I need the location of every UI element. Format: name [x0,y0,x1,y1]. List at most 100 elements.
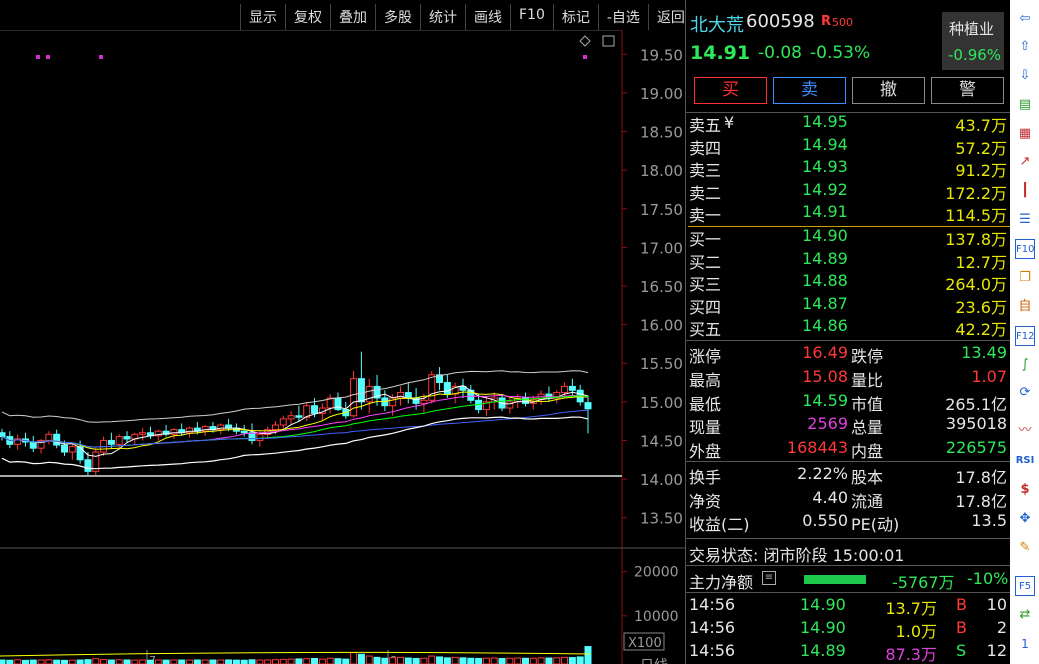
candle-body [123,436,131,440]
trade-status: 交易状态: 闭市阶段 15:00:01 [689,546,905,565]
cancel-button[interactable]: 撤 [852,77,925,104]
toolbar-multi[interactable]: 多股 [375,4,420,30]
kline-icon[interactable]: ┃ [1015,181,1035,201]
layers-icon[interactable]: ❐ [1015,268,1035,288]
sector-box[interactable]: 种植业 -0.96% [942,12,1004,70]
tick-count: 2 [996,618,1007,637]
flow-label: 主力净额 [689,573,754,592]
f5-icon[interactable]: F5 [1015,576,1035,596]
bid-price: 14.89 [802,248,848,268]
page-number[interactable]: 1 [1015,634,1035,654]
ask-volume: 114.5万 [945,206,1007,225]
refresh-icon[interactable]: ⟳ [1015,383,1035,403]
move-icon[interactable]: ✥ [1015,509,1035,529]
stat-label: 流通 [851,491,884,511]
alert-button[interactable]: 警 [931,77,1004,104]
volume-bar [373,656,381,664]
toolbar-overlay[interactable]: 叠加 [330,4,375,30]
formula-icon[interactable]: ∫ [1015,355,1035,375]
volume-bar [232,659,240,664]
volume-bar [365,655,373,664]
ask-price: 14.93 [802,157,848,176]
watchlist-icon[interactable]: 自 [1015,297,1035,317]
divider [686,461,1011,462]
price-axis-label: 18.50 [640,124,683,142]
toolbar-mark[interactable]: 标记 [552,4,598,30]
ask-volume: 172.2万 [945,183,1007,203]
wave-icon[interactable]: 〰 [1015,421,1035,441]
bid-price: 14.88 [802,271,848,291]
stat-value: 15.08 [802,366,848,386]
stat-label: 净资 [689,491,722,511]
tick-price: 14.90 [800,618,846,637]
volume-bar [475,657,483,664]
stat-label: 最高 [689,370,722,390]
sync-icon[interactable]: ⇄ [1015,605,1035,625]
toolbar-watchlist[interactable]: -自选 [597,4,648,30]
arrow-left-icon[interactable]: ⇦ [1015,9,1035,29]
volume-bar [146,659,154,664]
stat-value: 14.59 [802,390,848,410]
price-axis-label: 14.00 [640,471,683,489]
volume-axis-label: 10000 [634,609,679,625]
candle-body [0,432,6,438]
ask-level-label: 卖二 [689,183,722,203]
bid-volume: 137.8万 [945,230,1007,249]
list-doc-icon[interactable]: ☰ [1015,210,1035,230]
tick-price: 14.90 [800,595,846,614]
volume-bar [467,657,475,664]
stat-value: 0.550 [802,511,848,531]
volume-bar [225,659,233,664]
bid-price: 14.86 [802,316,848,336]
volume-bar [68,659,76,664]
stat-value: 2.22% [797,464,848,483]
price-axis-label: 16.00 [640,317,683,335]
volume-bar [170,659,178,664]
buy-button[interactable]: 买 [694,77,767,104]
stat-label: 量比 [851,370,884,390]
volume-bar [139,659,147,664]
diamond-icon [579,35,591,47]
toolbar-display[interactable]: 显示 [240,4,285,30]
bid-volume: 42.2万 [955,320,1007,340]
stat-value: 395018 [945,414,1007,434]
table-icon[interactable]: ▦ [1015,124,1035,144]
dollar-icon[interactable]: $ [1015,480,1035,500]
line-chart-icon[interactable]: ↗ [1015,152,1035,172]
f12-icon[interactable]: F12 [1015,326,1035,346]
arrow-down-icon[interactable]: ⇩ [1015,66,1035,86]
volume-bar [248,659,256,664]
volume-bar [576,656,584,664]
volume-bar [311,657,319,664]
volume-bar [412,657,420,664]
volume-bar [350,652,358,664]
volume-bar [342,658,350,664]
f10-icon[interactable]: F10 [1015,239,1035,259]
stat-label: 外盘 [689,442,722,462]
candlestick-chart[interactable]: 19.50 19.00 18.50 18.00 17.50 17.00 16.50 16.00… [0,30,685,664]
toolbar-adjust[interactable]: 复权 [285,4,330,30]
tick-time: 14:56 [689,618,736,637]
sell-button[interactable]: 卖 [773,77,846,104]
pencil-icon[interactable]: ✎ [1015,538,1035,558]
volume-bar [428,655,436,664]
arrow-up-icon[interactable]: ⇧ [1015,37,1035,57]
toolbar-f10[interactable]: F10 [510,4,553,30]
stat-value: 16.49 [802,343,848,362]
volume-bar [217,659,225,664]
list-icon[interactable]: ≡ [762,571,776,585]
candle-body [68,446,76,453]
toolbar-stats[interactable]: 统计 [420,4,465,30]
candle-body [256,433,264,441]
volume-bar [115,659,123,664]
toolbar-draw[interactable]: 画线 [465,4,510,30]
volume-bar [14,659,22,664]
report-icon[interactable]: ▤ [1015,95,1035,115]
marker-dot [36,55,40,59]
stat-label: 换手 [689,468,722,487]
right-toolbar: ⇦ ⇧ ⇩ ▤ ▦ ↗ ┃ ☰ F10 ❐ 自 F12 ∫ ⟳ 〰 RSI $ … [1010,0,1039,664]
rsi-icon[interactable]: RSI [1015,451,1035,471]
volume-bar [45,659,53,664]
stat-label: 内盘 [851,442,884,462]
volume-bar [451,656,459,664]
